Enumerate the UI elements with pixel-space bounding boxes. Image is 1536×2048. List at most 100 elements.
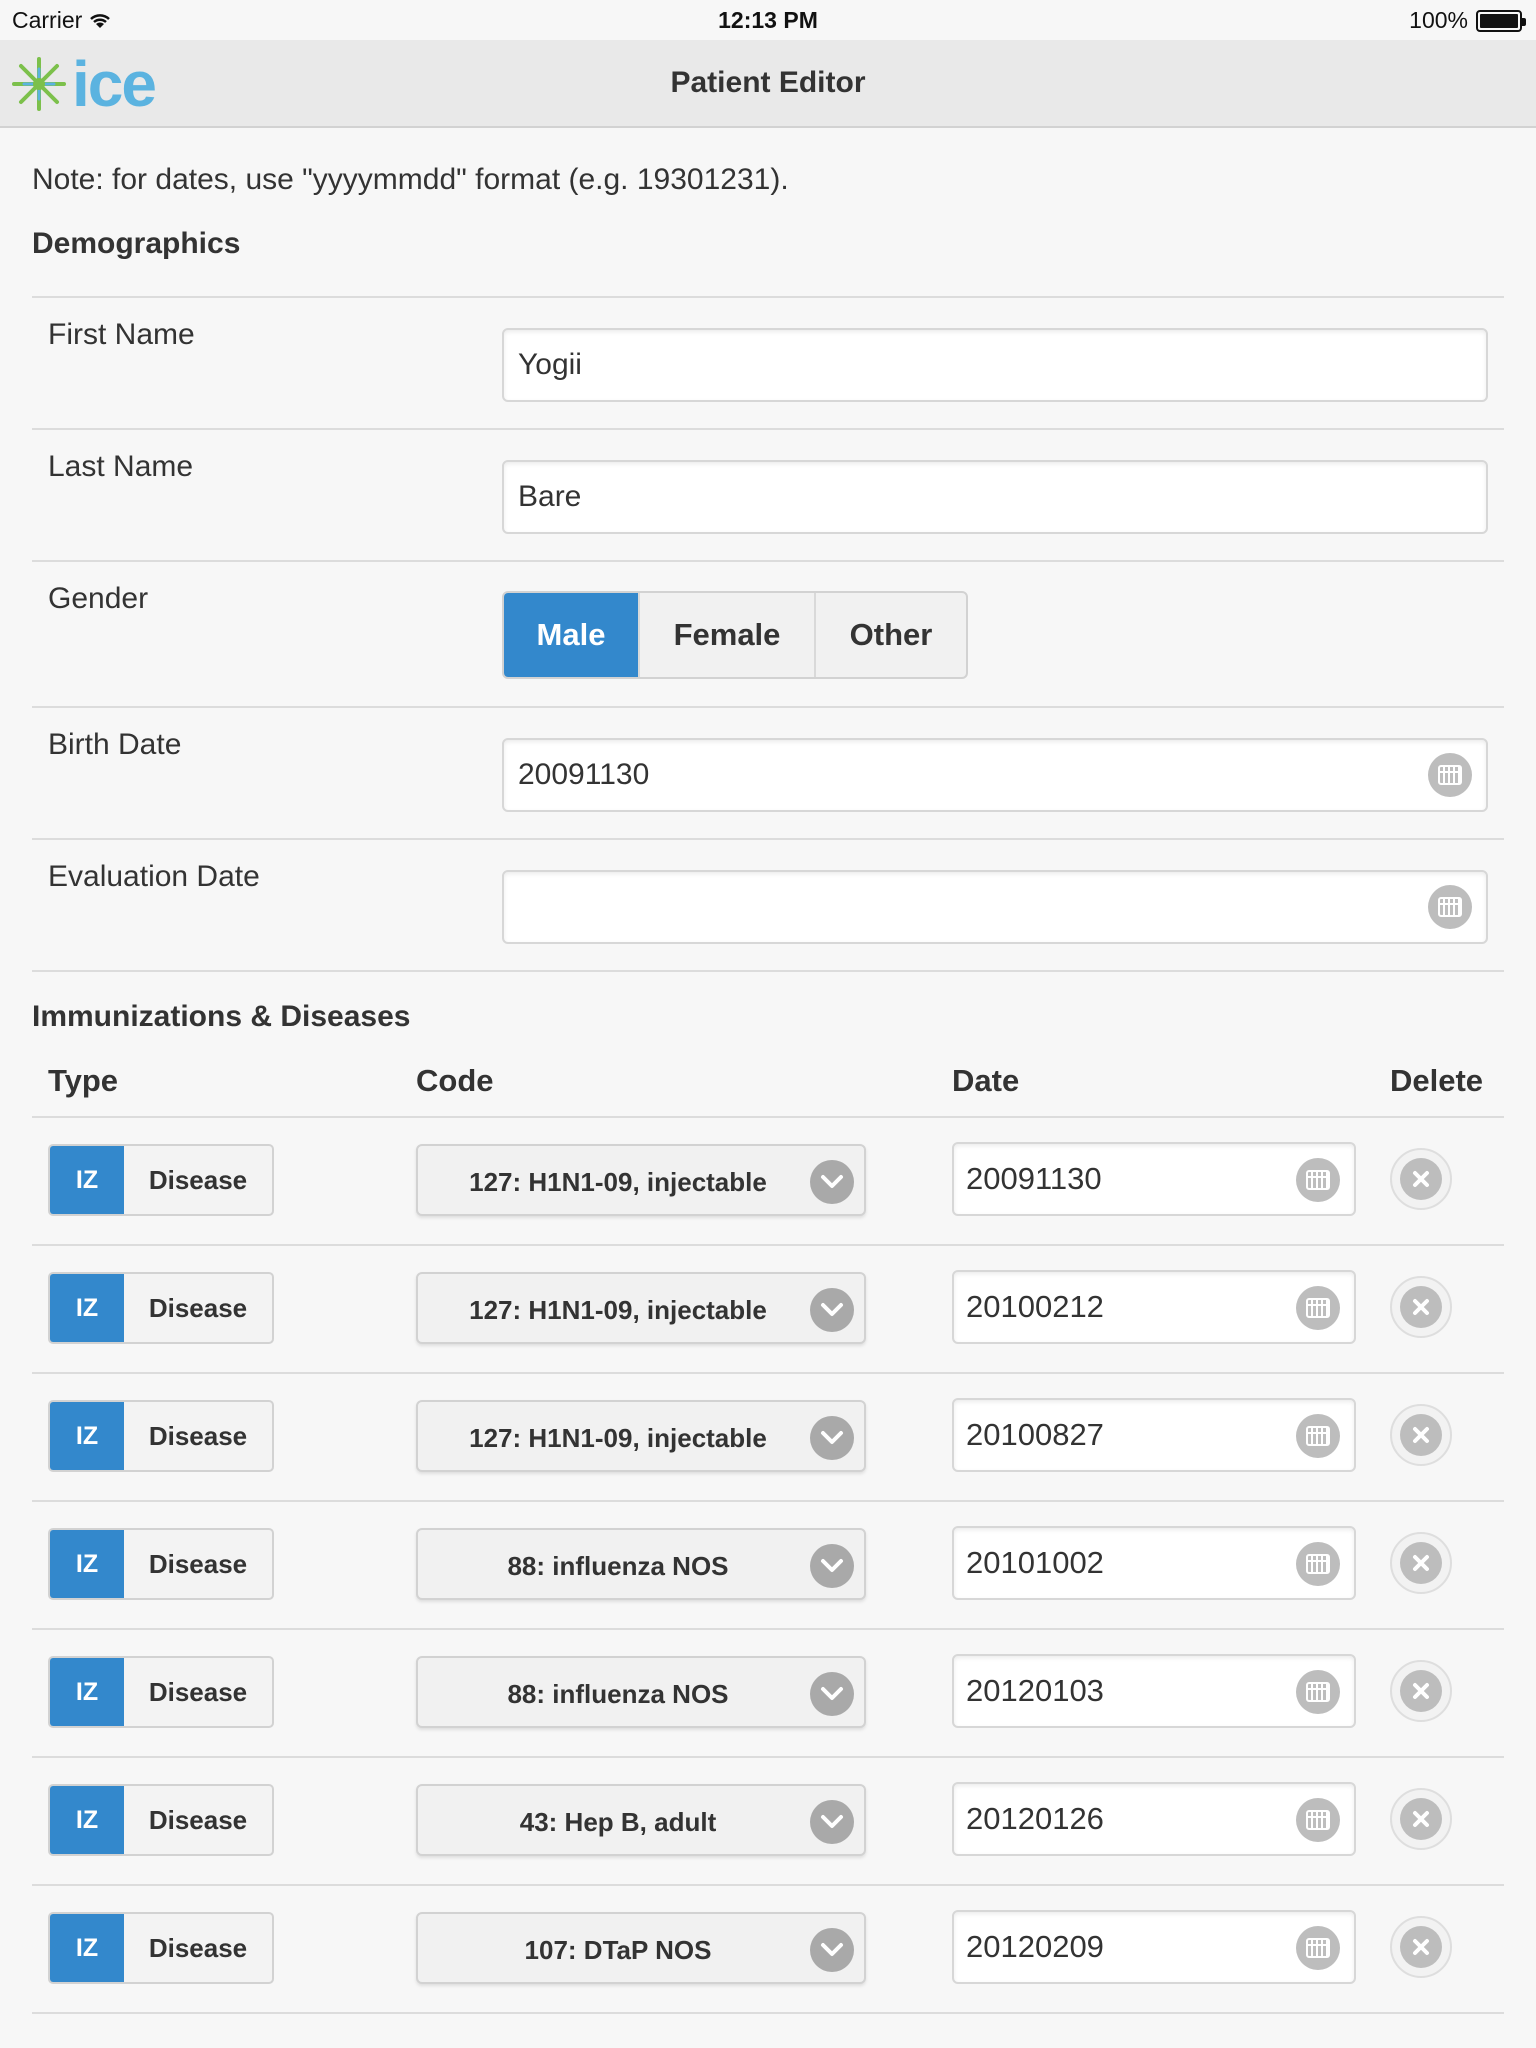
type-option-iz[interactable]: IZ (50, 1914, 124, 1982)
birth-date-label: Birth Date (48, 728, 182, 761)
chevron-down-icon (810, 1672, 854, 1716)
evaluation-date-label: Evaluation Date (48, 860, 260, 893)
type-option-iz[interactable]: IZ (50, 1530, 124, 1598)
chevron-down-icon (810, 1160, 854, 1204)
delete-button[interactable] (1390, 1276, 1452, 1338)
date-value: 20120209 (966, 1929, 1104, 1964)
date-value: 20100827 (966, 1417, 1104, 1452)
chevron-down-icon (810, 1544, 854, 1588)
date-value: 20091130 (966, 1161, 1102, 1196)
chevron-down-icon (810, 1288, 854, 1332)
calendar-icon[interactable] (1428, 885, 1472, 929)
table-row-divider (32, 2012, 1504, 2042)
type-option-disease[interactable]: Disease (124, 1914, 272, 1982)
app-header: ice Patient Editor (0, 40, 1536, 128)
delete-button[interactable] (1390, 1660, 1452, 1722)
code-select[interactable]: 88: influenza NOS (416, 1528, 866, 1600)
page-title: Patient Editor (670, 66, 866, 99)
delete-button[interactable] (1390, 1788, 1452, 1850)
type-selector: IZ Disease (48, 1656, 274, 1728)
close-icon (1400, 1926, 1442, 1968)
date-input[interactable]: 20100212 (952, 1270, 1356, 1344)
type-option-disease[interactable]: Disease (124, 1786, 272, 1854)
type-option-iz[interactable]: IZ (50, 1658, 124, 1726)
chevron-down-icon (810, 1416, 854, 1460)
evaluation-date-row: Evaluation Date (32, 838, 1504, 970)
date-input[interactable]: 20101002 (952, 1526, 1356, 1600)
immunizations-heading: Immunizations & Diseases (32, 1000, 411, 1033)
gender-selector: Male Female Other (502, 591, 968, 679)
table-row: IZ Disease 88: influenza NOS 20120103 (32, 1628, 1504, 1756)
type-selector: IZ Disease (48, 1272, 274, 1344)
date-value: 20120126 (966, 1801, 1104, 1836)
calendar-icon[interactable] (1296, 1542, 1340, 1586)
code-select[interactable]: 107: DTaP NOS (416, 1912, 866, 1984)
date-value: 20120103 (966, 1673, 1104, 1708)
code-value: 107: DTaP NOS (524, 1935, 712, 1965)
type-option-iz[interactable]: IZ (50, 1274, 124, 1342)
status-bar: Carrier 12:13 PM 100% (0, 0, 1536, 40)
type-option-iz[interactable]: IZ (50, 1786, 124, 1854)
chevron-down-icon (810, 1928, 854, 1972)
calendar-icon[interactable] (1296, 1926, 1340, 1970)
battery-percent: 100% (1409, 7, 1468, 33)
chevron-down-icon (810, 1800, 854, 1844)
last-name-row: Last Name Bare (32, 428, 1504, 560)
type-selector: IZ Disease (48, 1400, 274, 1472)
code-select[interactable]: 127: H1N1-09, injectable (416, 1400, 866, 1472)
battery-icon (1476, 9, 1526, 32)
date-value: 20101002 (966, 1545, 1104, 1580)
type-selector: IZ Disease (48, 1528, 274, 1600)
close-icon (1400, 1414, 1442, 1456)
calendar-icon[interactable] (1296, 1414, 1340, 1458)
table-row: IZ Disease 127: H1N1-09, injectable 2009113… (32, 1116, 1504, 1244)
calendar-icon[interactable] (1296, 1798, 1340, 1842)
close-icon (1400, 1542, 1442, 1584)
calendar-icon[interactable] (1296, 1158, 1340, 1202)
date-format-note: Note: for dates, use "yyyymmdd" format (… (32, 163, 789, 196)
last-name-input[interactable]: Bare (502, 460, 1488, 534)
calendar-icon[interactable] (1428, 753, 1472, 797)
type-option-iz[interactable]: IZ (50, 1402, 124, 1470)
code-select[interactable]: 127: H1N1-09, injectable (416, 1144, 866, 1216)
calendar-icon[interactable] (1296, 1286, 1340, 1330)
birth-date-value: 20091130 (518, 758, 650, 791)
gender-option-other[interactable]: Other (816, 593, 966, 677)
date-input[interactable]: 20120103 (952, 1654, 1356, 1728)
type-option-disease[interactable]: Disease (124, 1658, 272, 1726)
code-value: 88: influenza NOS (507, 1551, 729, 1581)
birth-date-row: Birth Date 20091130 (32, 706, 1504, 838)
date-input[interactable]: 20100827 (952, 1398, 1356, 1472)
delete-button[interactable] (1390, 1148, 1452, 1210)
delete-button[interactable] (1390, 1916, 1452, 1978)
gender-option-female[interactable]: Female (640, 593, 816, 677)
code-value: 88: influenza NOS (507, 1679, 729, 1709)
code-select[interactable]: 88: influenza NOS (416, 1656, 866, 1728)
date-input[interactable]: 20091130 (952, 1142, 1356, 1216)
birth-date-input[interactable]: 20091130 (502, 738, 1488, 812)
table-row: IZ Disease 107: DTaP NOS 20120209 (32, 1884, 1504, 2012)
code-select[interactable]: 127: H1N1-09, injectable (416, 1272, 866, 1344)
column-header-code: Code (416, 1063, 494, 1098)
type-option-disease[interactable]: Disease (124, 1530, 272, 1598)
first-name-input[interactable]: Yogii (502, 328, 1488, 402)
type-option-iz[interactable]: IZ (50, 1146, 124, 1214)
calendar-icon[interactable] (1296, 1670, 1340, 1714)
type-option-disease[interactable]: Disease (124, 1146, 272, 1214)
code-select[interactable]: 43: Hep B, adult (416, 1784, 866, 1856)
type-option-disease[interactable]: Disease (124, 1274, 272, 1342)
column-header-delete: Delete (1390, 1063, 1484, 1098)
delete-button[interactable] (1390, 1532, 1452, 1594)
type-selector: IZ Disease (48, 1144, 274, 1216)
date-input[interactable]: 20120209 (952, 1910, 1356, 1984)
first-name-row: First Name Yogii (32, 296, 1504, 428)
gender-option-male[interactable]: Male (504, 593, 640, 677)
delete-button[interactable] (1390, 1404, 1452, 1466)
first-name-label: First Name (48, 318, 195, 351)
evaluation-date-input[interactable] (502, 870, 1488, 944)
code-value: 127: H1N1-09, injectable (469, 1295, 767, 1325)
table-row: IZ Disease 88: influenza NOS 20101002 (32, 1500, 1504, 1628)
table-row: IZ Disease 43: Hep B, adult 20120126 (32, 1756, 1504, 1884)
type-option-disease[interactable]: Disease (124, 1402, 272, 1470)
date-input[interactable]: 20120126 (952, 1782, 1356, 1856)
